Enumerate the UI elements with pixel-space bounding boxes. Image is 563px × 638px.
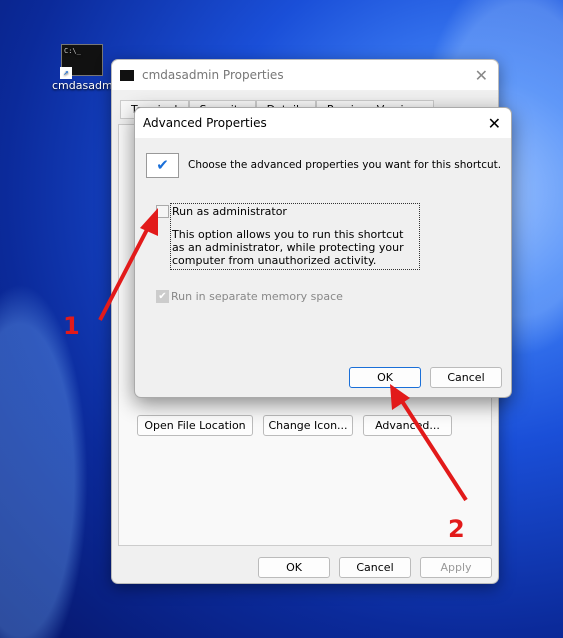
step-1-label: 1 (63, 312, 80, 340)
arrow-2 (396, 393, 468, 502)
step-2-label: 2 (448, 515, 465, 543)
annotation-arrows (98, 208, 468, 502)
arrow-1-head (140, 208, 158, 236)
arrow-1 (98, 219, 154, 321)
